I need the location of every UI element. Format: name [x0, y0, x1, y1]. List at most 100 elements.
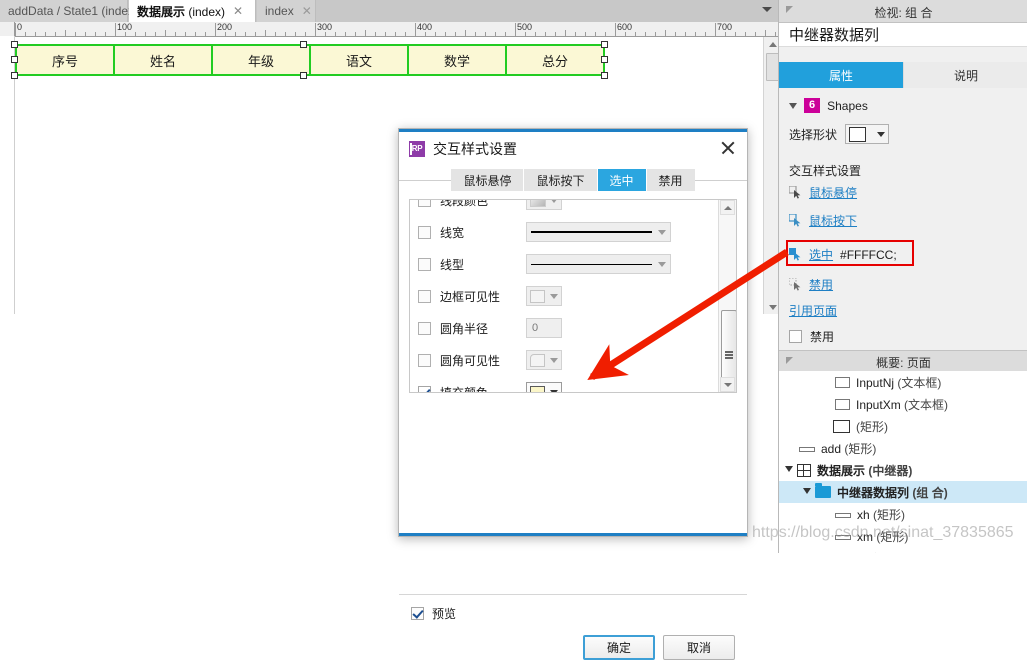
chevron-down-icon[interactable] [550, 200, 558, 203]
style-link-label[interactable]: 鼠标按下 [809, 212, 857, 229]
tab-selected[interactable]: 选中 [597, 169, 647, 191]
style-link-disabled[interactable]: 禁用 [789, 276, 833, 293]
chevron-down-icon[interactable] [658, 261, 666, 267]
cancel-button[interactable]: 取消 [663, 635, 735, 660]
list-item[interactable]: 数据展示 (中继器) [779, 459, 1027, 481]
table-cell[interactable]: 序号 [17, 46, 115, 74]
list-item[interactable]: nj (矩形) [779, 547, 1027, 554]
ruler-tick [485, 32, 486, 36]
corner-radius-checkbox[interactable] [418, 321, 431, 335]
disable-checkbox-row[interactable]: 禁用 [789, 328, 834, 345]
resize-handle-ne[interactable] [601, 41, 608, 48]
table-cell[interactable]: 总分 [507, 46, 603, 74]
ok-button[interactable]: 确定 [583, 635, 655, 660]
list-item[interactable]: 中继器数据列 (组 合) [779, 481, 1027, 503]
row-line-color[interactable]: 线段颜色 [410, 200, 720, 214]
tab-properties[interactable]: 属性 [779, 62, 903, 88]
style-link-hover[interactable]: 鼠标悬停 [789, 184, 857, 201]
cursor-hover-icon [789, 186, 801, 199]
list-item[interactable]: add (矩形) [779, 437, 1027, 459]
row-line-width[interactable]: 线宽 [410, 218, 720, 246]
table-cell[interactable]: 语文 [311, 46, 409, 74]
style-link-label[interactable]: 禁用 [809, 276, 833, 293]
tab-notes[interactable]: 说明 [903, 62, 1027, 88]
preview-checkbox[interactable] [411, 607, 424, 620]
style-link-mousedown[interactable]: 鼠标按下 [789, 212, 857, 229]
repeater-data-row[interactable]: 序号 姓名 年级 语文 数学 总分 [15, 44, 605, 76]
table-cell[interactable]: 年级 [213, 46, 311, 74]
list-item[interactable]: (矩形) [779, 415, 1027, 437]
tab-overflow-chevron-icon[interactable] [762, 7, 772, 12]
ruler-tick [35, 32, 36, 36]
resize-handle-nw[interactable] [11, 41, 18, 48]
row-border-visibility[interactable]: 边框可见性 [410, 282, 720, 310]
list-item[interactable]: InputXm (文本框) [779, 393, 1027, 415]
style-link-label[interactable]: 鼠标悬停 [809, 184, 857, 201]
disable-checkbox[interactable] [789, 330, 802, 343]
list-item[interactable]: xh (矩形) [779, 503, 1027, 525]
chevron-down-icon[interactable] [550, 389, 558, 392]
corner-radius-input[interactable]: 0 [526, 318, 562, 338]
row-line-style[interactable]: 线型 [410, 250, 720, 278]
tab-mouse-hover[interactable]: 鼠标悬停 [451, 169, 525, 191]
resize-handle-se[interactable] [601, 72, 608, 79]
close-icon[interactable] [719, 139, 737, 157]
preview-checkbox-row[interactable]: 预览 [411, 605, 456, 622]
row-corner-visibility[interactable]: 圆角可见性 [410, 346, 720, 374]
close-icon[interactable]: ✕ [233, 5, 243, 17]
selected-style-highlight-box [786, 240, 914, 266]
border-visibility-dropdown[interactable] [526, 286, 562, 306]
border-visibility-checkbox[interactable] [418, 289, 431, 303]
expand-triangle-icon[interactable] [785, 466, 793, 476]
corner-visibility-dropdown[interactable] [526, 350, 562, 370]
resize-handle-e[interactable] [601, 56, 608, 63]
table-cell[interactable]: 姓名 [115, 46, 213, 74]
tab-shujuzhanshi[interactable]: 数据展示 (index) ✕ [129, 0, 256, 22]
close-icon[interactable]: ✕ [302, 5, 312, 17]
scroll-up-button[interactable] [720, 200, 735, 215]
scroll-down-button[interactable] [765, 301, 778, 314]
chevron-down-icon[interactable] [550, 293, 558, 299]
chevron-down-icon[interactable] [789, 102, 797, 109]
ruler-tick [185, 32, 186, 36]
ruler-tick [145, 32, 146, 36]
resize-handle-s[interactable] [300, 72, 307, 79]
scroll-up-button[interactable] [765, 37, 778, 50]
resize-handle-sw[interactable] [11, 72, 18, 79]
dialog-scrollbar[interactable] [718, 200, 736, 392]
shape-picker-dropdown[interactable] [845, 124, 890, 144]
corner-visibility-checkbox[interactable] [418, 353, 431, 367]
resize-handle-n[interactable] [300, 41, 307, 48]
ruler-tick [665, 30, 666, 36]
chevron-down-icon[interactable] [877, 131, 886, 137]
style-properties-scroll-area[interactable]: 线段颜色 线宽 线型 边框可见性 圆角半径 0 圆角可见性 填充颜色 [409, 199, 737, 393]
line-style-dropdown[interactable] [526, 254, 671, 274]
expand-triangle-icon[interactable] [803, 488, 811, 498]
scroll-down-button[interactable] [720, 377, 735, 392]
table-cell[interactable]: 数学 [409, 46, 507, 74]
ruler-label: 600 [617, 22, 633, 32]
line-color-checkbox[interactable] [418, 200, 431, 207]
shapes-section-header[interactable]: 6 Shapes [789, 98, 868, 113]
chevron-down-icon[interactable] [658, 229, 666, 235]
fill-color-checkbox[interactable] [418, 385, 431, 392]
row-corner-radius[interactable]: 圆角半径 0 [410, 314, 720, 342]
tab-disabled[interactable]: 禁用 [646, 169, 695, 191]
line-width-checkbox[interactable] [418, 225, 431, 239]
reference-page-link[interactable]: 引用页面 [789, 304, 837, 318]
reference-page-row[interactable]: 引用页面 [789, 302, 837, 319]
resize-handle-w[interactable] [11, 56, 18, 63]
ruler-tick [695, 32, 696, 36]
line-color-dropdown[interactable] [526, 200, 562, 210]
line-style-checkbox[interactable] [418, 257, 431, 271]
ruler-tick [505, 32, 506, 36]
row-fill-color[interactable]: 填充颜色 [410, 378, 720, 392]
canvas-vertical-scrollbar[interactable] [763, 37, 779, 314]
chevron-down-icon[interactable] [550, 357, 558, 363]
line-width-dropdown[interactable] [526, 222, 671, 242]
list-item[interactable]: InputNj (文本框) [779, 371, 1027, 393]
tab-mouse-down[interactable]: 鼠标按下 [524, 169, 598, 191]
fill-color-dropdown[interactable] [526, 382, 562, 392]
tab-index[interactable]: index ✕ [257, 0, 316, 22]
tab-adddata-state1[interactable]: addData / State1 (index) ✕ [0, 0, 156, 22]
